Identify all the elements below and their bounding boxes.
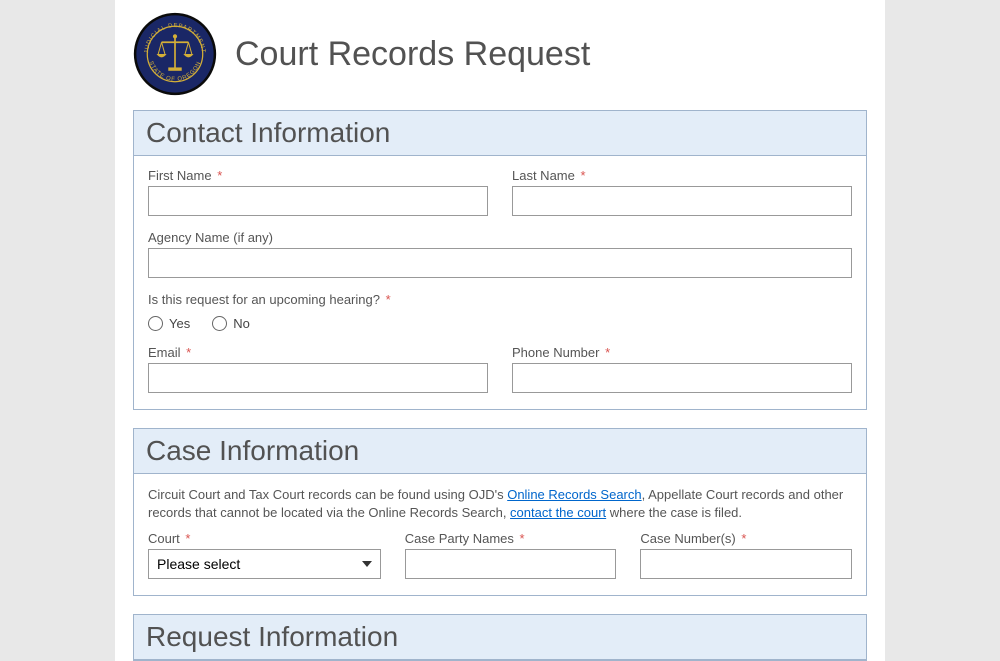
case-info-suffix: where the case is filed.	[606, 505, 742, 520]
page-title: Court Records Request	[235, 35, 590, 74]
case-section-header: Case Information	[134, 429, 866, 474]
case-section-body: Circuit Court and Tax Court records can …	[134, 474, 866, 595]
contact-section-body: First Name * Last Name * Agency Name (if…	[134, 156, 866, 409]
case-number-label: Case Number(s) *	[640, 531, 852, 546]
required-marker: *	[386, 292, 391, 307]
required-marker: *	[520, 531, 525, 546]
phone-label-text: Phone Number	[512, 345, 599, 360]
case-information-section: Case Information Circuit Court and Tax C…	[133, 428, 867, 596]
last-name-input[interactable]	[512, 186, 852, 216]
last-name-field-group: Last Name *	[512, 168, 852, 216]
case-party-input[interactable]	[405, 549, 617, 579]
state-seal-icon: JUDICIAL DEPARTMENT STATE OF OREGON	[133, 12, 217, 96]
hearing-no-option[interactable]: No	[212, 316, 250, 331]
contact-section-header: Contact Information	[134, 111, 866, 156]
email-label: Email *	[148, 345, 488, 360]
required-marker: *	[581, 168, 586, 183]
hearing-no-label: No	[233, 316, 250, 331]
page-header: JUDICIAL DEPARTMENT STATE OF OREGON Cour…	[115, 12, 885, 110]
case-number-label-text: Case Number(s)	[640, 531, 735, 546]
required-marker: *	[741, 531, 746, 546]
hearing-question-label: Is this request for an upcoming hearing?…	[148, 292, 852, 307]
agency-input[interactable]	[148, 248, 852, 278]
case-info-text: Circuit Court and Tax Court records can …	[148, 486, 852, 521]
first-name-label-text: First Name	[148, 168, 212, 183]
required-marker: *	[186, 345, 191, 360]
last-name-label: Last Name *	[512, 168, 852, 183]
agency-field-group: Agency Name (if any)	[148, 230, 852, 278]
court-select[interactable]: Please select	[148, 549, 381, 579]
email-field-group: Email *	[148, 345, 488, 393]
chevron-down-icon	[362, 561, 372, 567]
contact-the-court-link[interactable]: contact the court	[510, 505, 606, 520]
case-party-label: Case Party Names *	[405, 531, 617, 546]
request-section-header: Request Information	[134, 615, 866, 660]
request-information-section: Request Information	[133, 614, 867, 661]
court-select-value: Please select	[157, 556, 240, 572]
hearing-question-group: Is this request for an upcoming hearing?…	[148, 292, 852, 331]
case-party-label-text: Case Party Names	[405, 531, 514, 546]
page-container: JUDICIAL DEPARTMENT STATE OF OREGON Cour…	[115, 0, 885, 661]
phone-field-group: Phone Number *	[512, 345, 852, 393]
court-label: Court *	[148, 531, 381, 546]
hearing-yes-label: Yes	[169, 316, 190, 331]
hearing-yes-option[interactable]: Yes	[148, 316, 190, 331]
radio-icon	[212, 316, 227, 331]
agency-label: Agency Name (if any)	[148, 230, 852, 245]
hearing-radio-group: Yes No	[148, 316, 852, 331]
online-records-search-link[interactable]: Online Records Search	[507, 487, 641, 502]
case-number-field-group: Case Number(s) *	[640, 531, 852, 579]
court-label-text: Court	[148, 531, 180, 546]
radio-icon	[148, 316, 163, 331]
case-info-prefix: Circuit Court and Tax Court records can …	[148, 487, 507, 502]
court-field-group: Court * Please select	[148, 531, 381, 579]
last-name-label-text: Last Name	[512, 168, 575, 183]
phone-input[interactable]	[512, 363, 852, 393]
case-number-input[interactable]	[640, 549, 852, 579]
first-name-label: First Name *	[148, 168, 488, 183]
case-party-field-group: Case Party Names *	[405, 531, 617, 579]
contact-information-section: Contact Information First Name * Last Na…	[133, 110, 867, 410]
required-marker: *	[217, 168, 222, 183]
required-marker: *	[185, 531, 190, 546]
first-name-field-group: First Name *	[148, 168, 488, 216]
required-marker: *	[605, 345, 610, 360]
first-name-input[interactable]	[148, 186, 488, 216]
email-label-text: Email	[148, 345, 181, 360]
email-input[interactable]	[148, 363, 488, 393]
phone-label: Phone Number *	[512, 345, 852, 360]
hearing-question-text: Is this request for an upcoming hearing?	[148, 292, 380, 307]
